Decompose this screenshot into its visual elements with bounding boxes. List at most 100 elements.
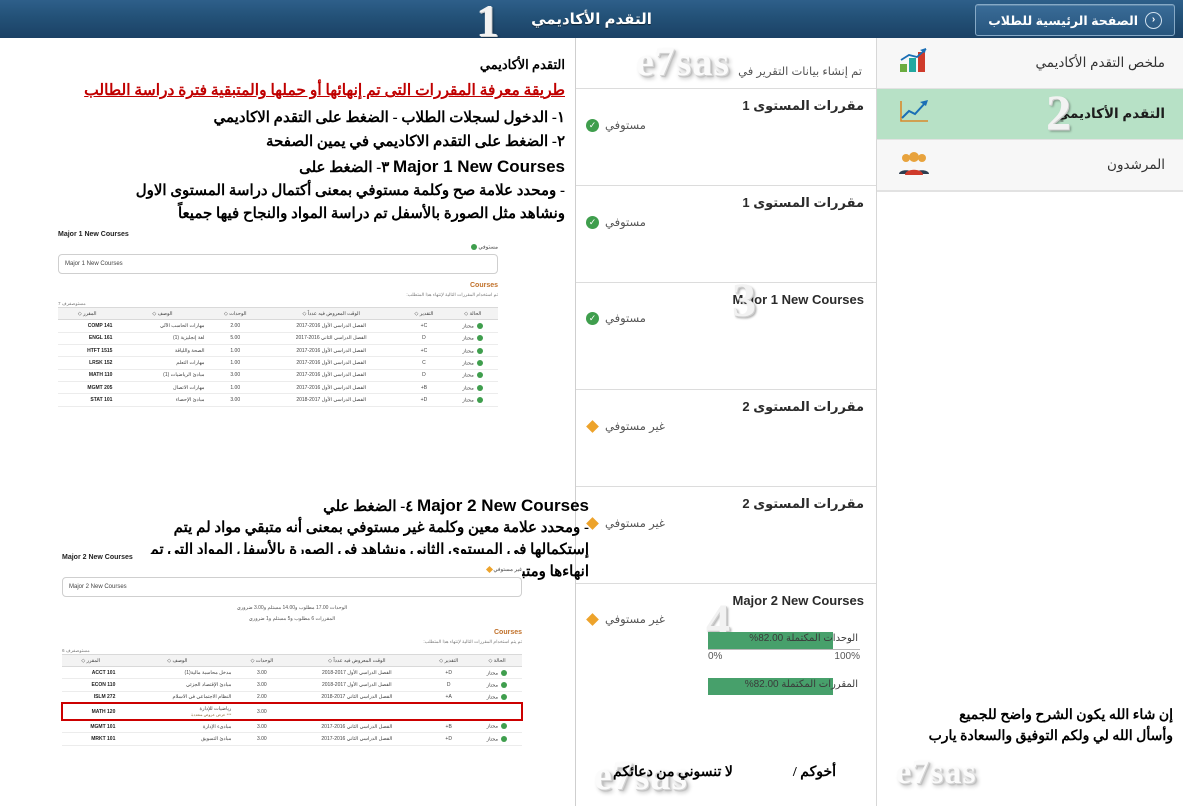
table-row[interactable]: مجتاز A+ الفصل الدراسي الثاني 2017-2018 2.0… bbox=[62, 691, 522, 704]
cell-units: 1.00 bbox=[208, 381, 263, 395]
screenshot-major1-field-value: Major 1 New Courses bbox=[65, 261, 123, 268]
instruction-step-3-note-b: ونشاهد مثل الصورة بالأسفل تم دراسة الموا… bbox=[177, 205, 565, 222]
cell-course-code[interactable]: MATH 110 bbox=[58, 369, 117, 383]
requirement-status-label: غير مستوفي bbox=[605, 614, 665, 626]
sidebar-item-advisors[interactable]: المرشدون bbox=[877, 140, 1183, 191]
table-header-row: الحالة ◇ التقدير ◇ الوقت المعروض فيه عدد… bbox=[58, 307, 498, 321]
status-met-icon: ✓ bbox=[586, 215, 599, 229]
axis-max-label: 100% bbox=[834, 651, 860, 662]
cell-description-note: *** عرض عروض متعددة bbox=[191, 712, 232, 718]
cell-description: مبادئ التسويق bbox=[119, 732, 236, 746]
col-course[interactable]: المقرر ◇ bbox=[62, 654, 120, 667]
cell-course-code[interactable]: COMP 141 bbox=[58, 319, 117, 333]
cell-course-code[interactable]: HTFT 1515 bbox=[58, 344, 117, 358]
col-desc[interactable]: الوصف ◇ bbox=[119, 654, 236, 667]
sidebar-item-summary[interactable]: ملخص التقدم الأكاديمي bbox=[877, 38, 1183, 89]
col-units[interactable]: الوحدات ◇ bbox=[208, 307, 263, 321]
cell-course-code[interactable]: ENGL 161 bbox=[58, 332, 117, 346]
cell-units: 2.00 bbox=[208, 319, 263, 333]
cell-course-code[interactable]: MGMT 205 bbox=[58, 381, 117, 395]
top-navigation-bar: ) ☰ ⚑ ⌂ التقدم الأكاديمي ‹ الصفحة الرئيس… bbox=[0, 0, 1183, 39]
cell-description: مبادئ الإحصاء bbox=[116, 393, 209, 407]
table-row[interactable]: مجتاز D+ الفصل الدراسي الأول 2017-2018 3.00… bbox=[58, 393, 498, 407]
sidebar-item-label: المرشدون bbox=[1107, 157, 1165, 172]
requirement-status-label: غير مستوفي bbox=[605, 421, 665, 433]
cell-units: 2.00 bbox=[235, 691, 289, 704]
status-met-icon bbox=[501, 669, 508, 676]
table-row[interactable]: 3.00 رياضيات للإدارة *** عرض عروض متعددة MA… bbox=[61, 702, 523, 722]
cell-course-code[interactable]: ECON 110 bbox=[62, 678, 120, 692]
cell-course-code[interactable]: ISLM 272 bbox=[62, 691, 120, 704]
watermark-signature: e7sas bbox=[896, 754, 977, 791]
cell-term: الفصل الدراسي الأول 2016-2017 bbox=[262, 344, 401, 358]
table-row[interactable]: مجتاز D الفصل الدراسي الأول 2017-2018 3.00 م… bbox=[62, 678, 522, 692]
table-row[interactable]: مجتاز C الفصل الدراسي الأول 2016-2017 1.00 م… bbox=[58, 356, 498, 370]
cell-term: الفصل الدراسي الثاني 2016-2017 bbox=[262, 332, 401, 346]
col-grade[interactable]: التقدير ◇ bbox=[425, 654, 473, 667]
status-unmet-icon bbox=[586, 419, 599, 433]
cell-course-code[interactable]: MATH 120 bbox=[62, 703, 120, 721]
status-unmet-icon bbox=[485, 566, 493, 574]
screenshot-major2-status: غير مستوفي bbox=[62, 566, 522, 574]
instructions-subheading: طريقة معرفة المقررات التى تم إنهائها أو … bbox=[84, 82, 565, 100]
requirement-status: غير مستوفي bbox=[586, 419, 864, 433]
cell-units: 1.00 bbox=[208, 356, 263, 370]
instructions-heading: التقدم الأكاديمي bbox=[479, 57, 565, 72]
closing-signature: أخوكم / bbox=[792, 765, 837, 780]
screenshot-major1-status-label: مستوفي bbox=[478, 244, 498, 251]
table-row[interactable]: مجتاز D+ الفصل الدراسي الأول 2017-2018 3.00… bbox=[62, 666, 522, 680]
screenshot-major2-subnote: تم يتم استخدام المقررات التالية لإنتهاء … bbox=[423, 639, 522, 644]
screenshot-major2-table: الحالة ◇ التقدير ◇ الوقت المعروض فيه عدد… bbox=[61, 654, 523, 746]
col-course[interactable]: المقرر ◇ bbox=[58, 307, 117, 321]
table-row[interactable]: مجتاز B+ الفصل الدراسي الثاني 2016-2017 3.0… bbox=[62, 720, 522, 734]
cell-term: الفصل الدراسي الثاني 2017-2018 bbox=[288, 691, 426, 704]
cell-status: مجتاز bbox=[447, 369, 498, 383]
status-met-icon bbox=[501, 694, 508, 701]
requirement-status: ✓ مستوفي bbox=[586, 311, 864, 325]
instruction-step-4-note-a: - ومحدد علامة معين وكلمة غير مستوفي بمعن… bbox=[173, 520, 589, 536]
table-row[interactable]: مجتاز C+ الفصل الدراسي الأول 2016-2017 2.00… bbox=[58, 319, 498, 333]
requirement-row[interactable]: مقررات المستوى 1 ✓ مستوفي bbox=[576, 185, 876, 282]
screenshot-major2: Major 2 New Courses غير مستوفي Major 2 N… bbox=[61, 554, 523, 746]
sidebar-item-academic-progress[interactable]: التقدم الأكاديمي 2 bbox=[877, 87, 1183, 140]
cell-status: مجتاز bbox=[472, 691, 522, 704]
col-term[interactable]: الوقت المعروض فيه عدداً ◇ bbox=[288, 654, 426, 667]
cell-course-code[interactable]: MGMT 101 bbox=[62, 720, 120, 734]
screenshot-major1-title: Major 1 New Courses bbox=[58, 231, 129, 238]
table-row[interactable]: مجتاز C+ الفصل الدراسي الأول 2016-2017 1.00… bbox=[58, 344, 498, 358]
screenshot-major2-courses-line: المقررات 6 مطلوب و5 مستلم و1 ضروري bbox=[248, 616, 336, 622]
screenshot-major1-courses-label: Courses bbox=[469, 282, 498, 290]
requirement-status: غير مستوفي bbox=[586, 516, 864, 530]
units-progress-axis: 0% 100% bbox=[708, 649, 860, 662]
cell-course-code[interactable]: STAT 101 bbox=[58, 393, 117, 407]
screenshot-major1-field[interactable]: Major 1 New Courses bbox=[58, 254, 498, 275]
cell-grade: B+ bbox=[400, 381, 448, 395]
student-home-button[interactable]: ‹ الصفحة الرئيسية للطلاب bbox=[975, 4, 1175, 36]
col-units[interactable]: الوحدات ◇ bbox=[235, 654, 289, 667]
col-grade[interactable]: التقدير ◇ bbox=[400, 307, 448, 321]
requirement-row[interactable]: مقررات المستوى 2 غير مستوفي bbox=[576, 486, 876, 583]
sidebar-item-label: ملخص التقدم الأكاديمي bbox=[1035, 55, 1165, 70]
col-status[interactable]: الحالة ◇ bbox=[472, 654, 522, 667]
col-desc[interactable]: الوصف ◇ bbox=[116, 307, 209, 321]
cell-grade: B+ bbox=[425, 720, 473, 734]
cell-course-code[interactable]: MRKT 101 bbox=[62, 732, 120, 746]
cell-term: الفصل الدراسي الأول 2017-2018 bbox=[288, 678, 426, 692]
table-row[interactable]: مجتاز D الفصل الدراسي الثاني 2016-2017 5.00… bbox=[58, 332, 498, 346]
requirement-row-major1[interactable]: Major 1 New Courses ✓ مستوفي 3 bbox=[576, 277, 876, 389]
table-row[interactable]: مجتاز B+ الفصل الدراسي الأول 2016-2017 1.00… bbox=[58, 381, 498, 395]
table-row[interactable]: مجتاز D+ الفصل الدراسي الثاني 2016-2017 3.0… bbox=[62, 732, 522, 746]
requirement-status-label: مستوفي bbox=[605, 313, 646, 325]
screenshot-major2-field[interactable]: Major 2 New Courses bbox=[62, 577, 522, 597]
status-met-icon bbox=[477, 384, 484, 391]
col-term[interactable]: الوقت المعروض فيه عدداً ◇ bbox=[262, 307, 401, 321]
col-status[interactable]: الحالة ◇ bbox=[447, 307, 498, 321]
cell-units: 1.00 bbox=[208, 344, 263, 358]
closing-line-2: وأسأل الله لي ولكم التوفيق والسعادة يارب bbox=[928, 729, 1173, 744]
screenshot-major2-courses-label: Courses bbox=[493, 629, 522, 636]
requirement-row[interactable]: مقررات المستوى 1 ✓ مستوفي bbox=[576, 88, 876, 185]
cell-course-code[interactable]: LRSK 152 bbox=[58, 356, 117, 370]
cell-course-code[interactable]: ACCT 101 bbox=[62, 666, 120, 680]
requirement-row[interactable]: مقررات المستوى 2 غير مستوفي bbox=[576, 389, 876, 486]
table-row[interactable]: مجتاز D الفصل الدراسي الأول 2016-2017 3.00 م… bbox=[58, 369, 498, 383]
